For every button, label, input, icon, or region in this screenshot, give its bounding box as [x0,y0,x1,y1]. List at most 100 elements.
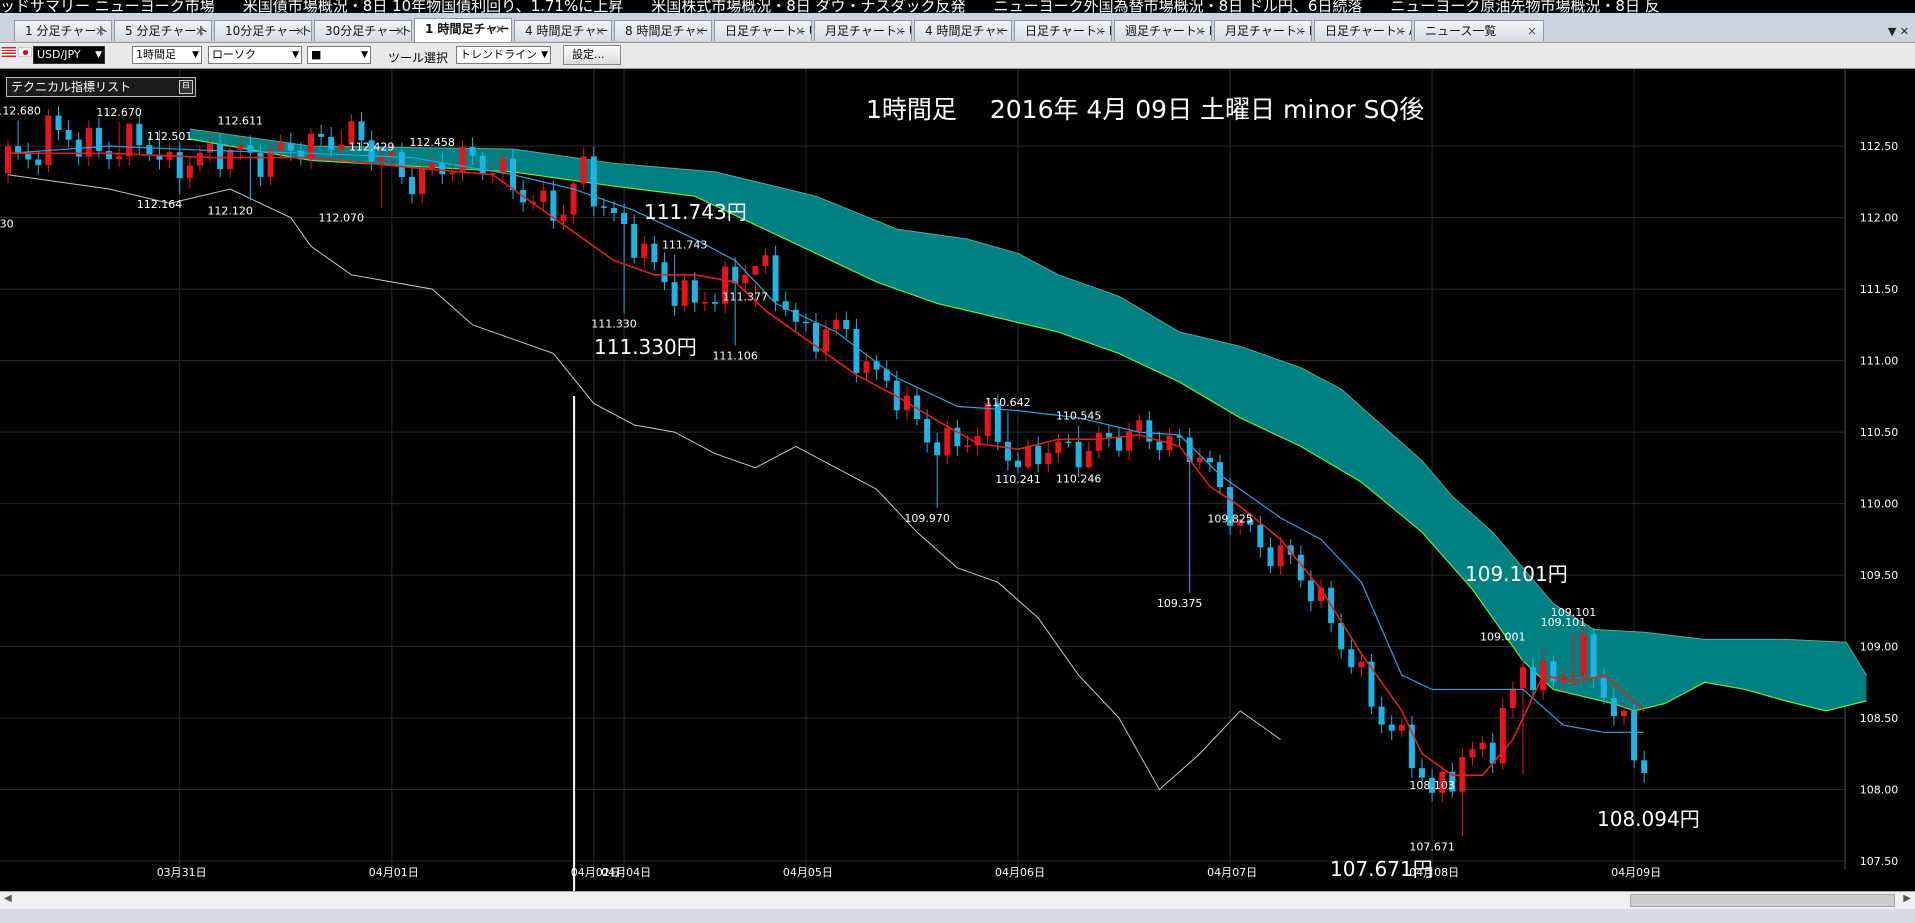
status-bar [0,909,1915,923]
chart-tab[interactable]: 4 時間足チャート × [914,20,1012,41]
currency-pair-select[interactable]: USD/JPY ▼ [33,46,105,64]
candle-body [772,255,779,302]
ichimoku-chart[interactable]: 112.680 112.670 112.501 112.611 112.429 112.4… [0,69,1915,891]
candle-body [45,115,52,166]
y-tick-label: 111.50 [1860,283,1899,296]
chart-tab[interactable]: 月足チャート - U:× [814,20,912,41]
close-tab-icon[interactable]: × [795,21,805,41]
candle-body [1398,724,1405,731]
horizontal-scrollbar[interactable]: ◀ ▶ [0,891,1915,910]
chart-tab[interactable]: 5 分足チャート - × [114,20,212,41]
y-tick-label: 110.50 [1860,426,1899,439]
close-tab-icon[interactable]: × [895,21,905,41]
chart-tab[interactable]: 月足チャート - EU× [1214,20,1312,41]
candle-body [1116,437,1122,451]
ichimoku-cloud [189,129,1867,711]
close-tab-icon[interactable]: × [395,21,405,41]
chart-tab[interactable]: 日足チャート - AU× [1314,20,1412,41]
candle-body [5,146,11,174]
technical-indicator-list[interactable]: テクニカル指標リスト ⊟ [6,77,196,97]
ticker-item[interactable]: 米国株式市場概況・8日 ダウ・ナスダック反発 [651,0,965,13]
ticker-item[interactable]: 米国債市場概況・8日 10年物国債利回り、1.71%に上昇 [243,0,623,13]
candle-body [277,142,284,151]
candle-body [580,156,587,184]
candle-body [136,123,143,146]
candle-body [409,177,415,195]
close-tab-icon[interactable]: × [1095,21,1105,41]
candle-body [1015,460,1021,468]
close-tab-icon[interactable]: × [1195,21,1205,41]
ticker-item[interactable]: ッドサマリー ニューヨーク市場 [0,0,215,13]
price-label: 112.120 [207,204,253,217]
candle-body [287,142,294,151]
collapse-panel-icon[interactable]: ⊟ [179,80,193,94]
close-tab-icon[interactable]: × [295,21,305,41]
candle-body [1570,675,1577,677]
scroll-right-icon[interactable]: ▶ [1903,893,1911,904]
y-tick-label: 110.00 [1860,498,1899,511]
chart-tab[interactable]: 日足チャート - U:× [714,20,812,41]
chart-tab[interactable]: 1 時間足チャート × [414,18,512,42]
candle-body [1590,634,1597,678]
candle-body [85,127,92,157]
close-tab-icon[interactable]: × [995,21,1005,41]
us-flag-icon [2,47,16,57]
chart-tab[interactable]: ニュース一覧 × [1414,20,1544,41]
candle-body [1025,445,1032,468]
tool-select[interactable]: トレンドライン ▼ [456,46,551,64]
ticker-item[interactable]: ニューヨーク原油先物市場概況・8日 反 [1390,0,1659,13]
line-style-select[interactable]: ■ ▼ [307,46,371,64]
chevron-down-icon: ▼ [361,50,368,60]
candle-body [671,282,678,306]
chart-tab[interactable]: 4 時間足チャート × [514,20,612,41]
settings-button[interactable]: 設定... [563,45,621,65]
line-style-value: ■ [311,48,322,61]
chart-tab[interactable]: 週足チャート - EU× [1114,20,1212,41]
price-label: 109.970 [904,512,950,525]
senkou-span-b-line [189,138,1867,712]
candle-body [267,150,274,177]
chart-tab[interactable]: 30分足チャート - × [314,20,412,41]
price-label: 109.001 [1480,630,1526,643]
chart-tab[interactable]: 10分足チャート - × [214,20,312,41]
candle-body [146,145,153,155]
price-label: 111.743 [662,238,708,251]
candle-body [338,144,345,150]
close-tab-icon[interactable]: × [595,21,605,41]
close-tab-icon[interactable]: × [1527,21,1537,41]
candle-body [924,419,931,443]
close-tab-icon[interactable]: × [495,19,505,39]
close-tab-icon[interactable]: × [1395,21,1405,41]
close-tab-icon[interactable]: × [95,21,105,41]
chart-tab[interactable]: 日足チャート - EU× [1014,20,1112,41]
close-tab-icon[interactable]: × [695,21,705,41]
price-label: 110.241 [995,473,1041,486]
chevron-down-icon: ▼ [541,50,548,60]
candle-body [439,162,446,175]
candle-body [1257,524,1264,548]
news-ticker: ッドサマリー ニューヨーク市場 米国債市場概況・8日 10年物国債利回り、1.71… [0,0,1915,13]
scroll-left-icon[interactable]: ◀ [4,893,12,904]
candle-body [1610,697,1617,717]
close-tab-icon[interactable]: × [1295,21,1305,41]
candle-body [701,302,708,304]
candle-body [116,156,123,160]
price-label: 2.030 [0,217,14,230]
chart-tab[interactable]: 1 分足チャート - × [14,20,112,41]
scrollbar-thumb[interactable] [1630,894,1895,907]
price-label: 112.501 [147,130,193,143]
chart-style-select[interactable]: ローソク ▼ [208,46,302,64]
timeframe-select[interactable]: 1時間足 ▼ [132,46,202,64]
chart-tab[interactable]: 8 時間足チャート × [614,20,712,41]
candle-body [429,162,436,169]
candle-body [479,155,486,174]
candle-body [186,165,193,179]
ticker-item[interactable]: ニューヨーク外国為替市場概況・8日 ドル円、6日続落 [994,0,1363,13]
tab-menu-buttons[interactable]: ▼ ✕ [1888,25,1909,38]
y-tick-label: 107.50 [1860,855,1899,868]
candle-body [1499,707,1506,764]
close-tab-icon[interactable]: × [195,21,205,41]
candle-body [126,123,133,157]
callout-111743: 111.743円 [644,200,747,224]
price-label: 111.377 [723,291,769,304]
